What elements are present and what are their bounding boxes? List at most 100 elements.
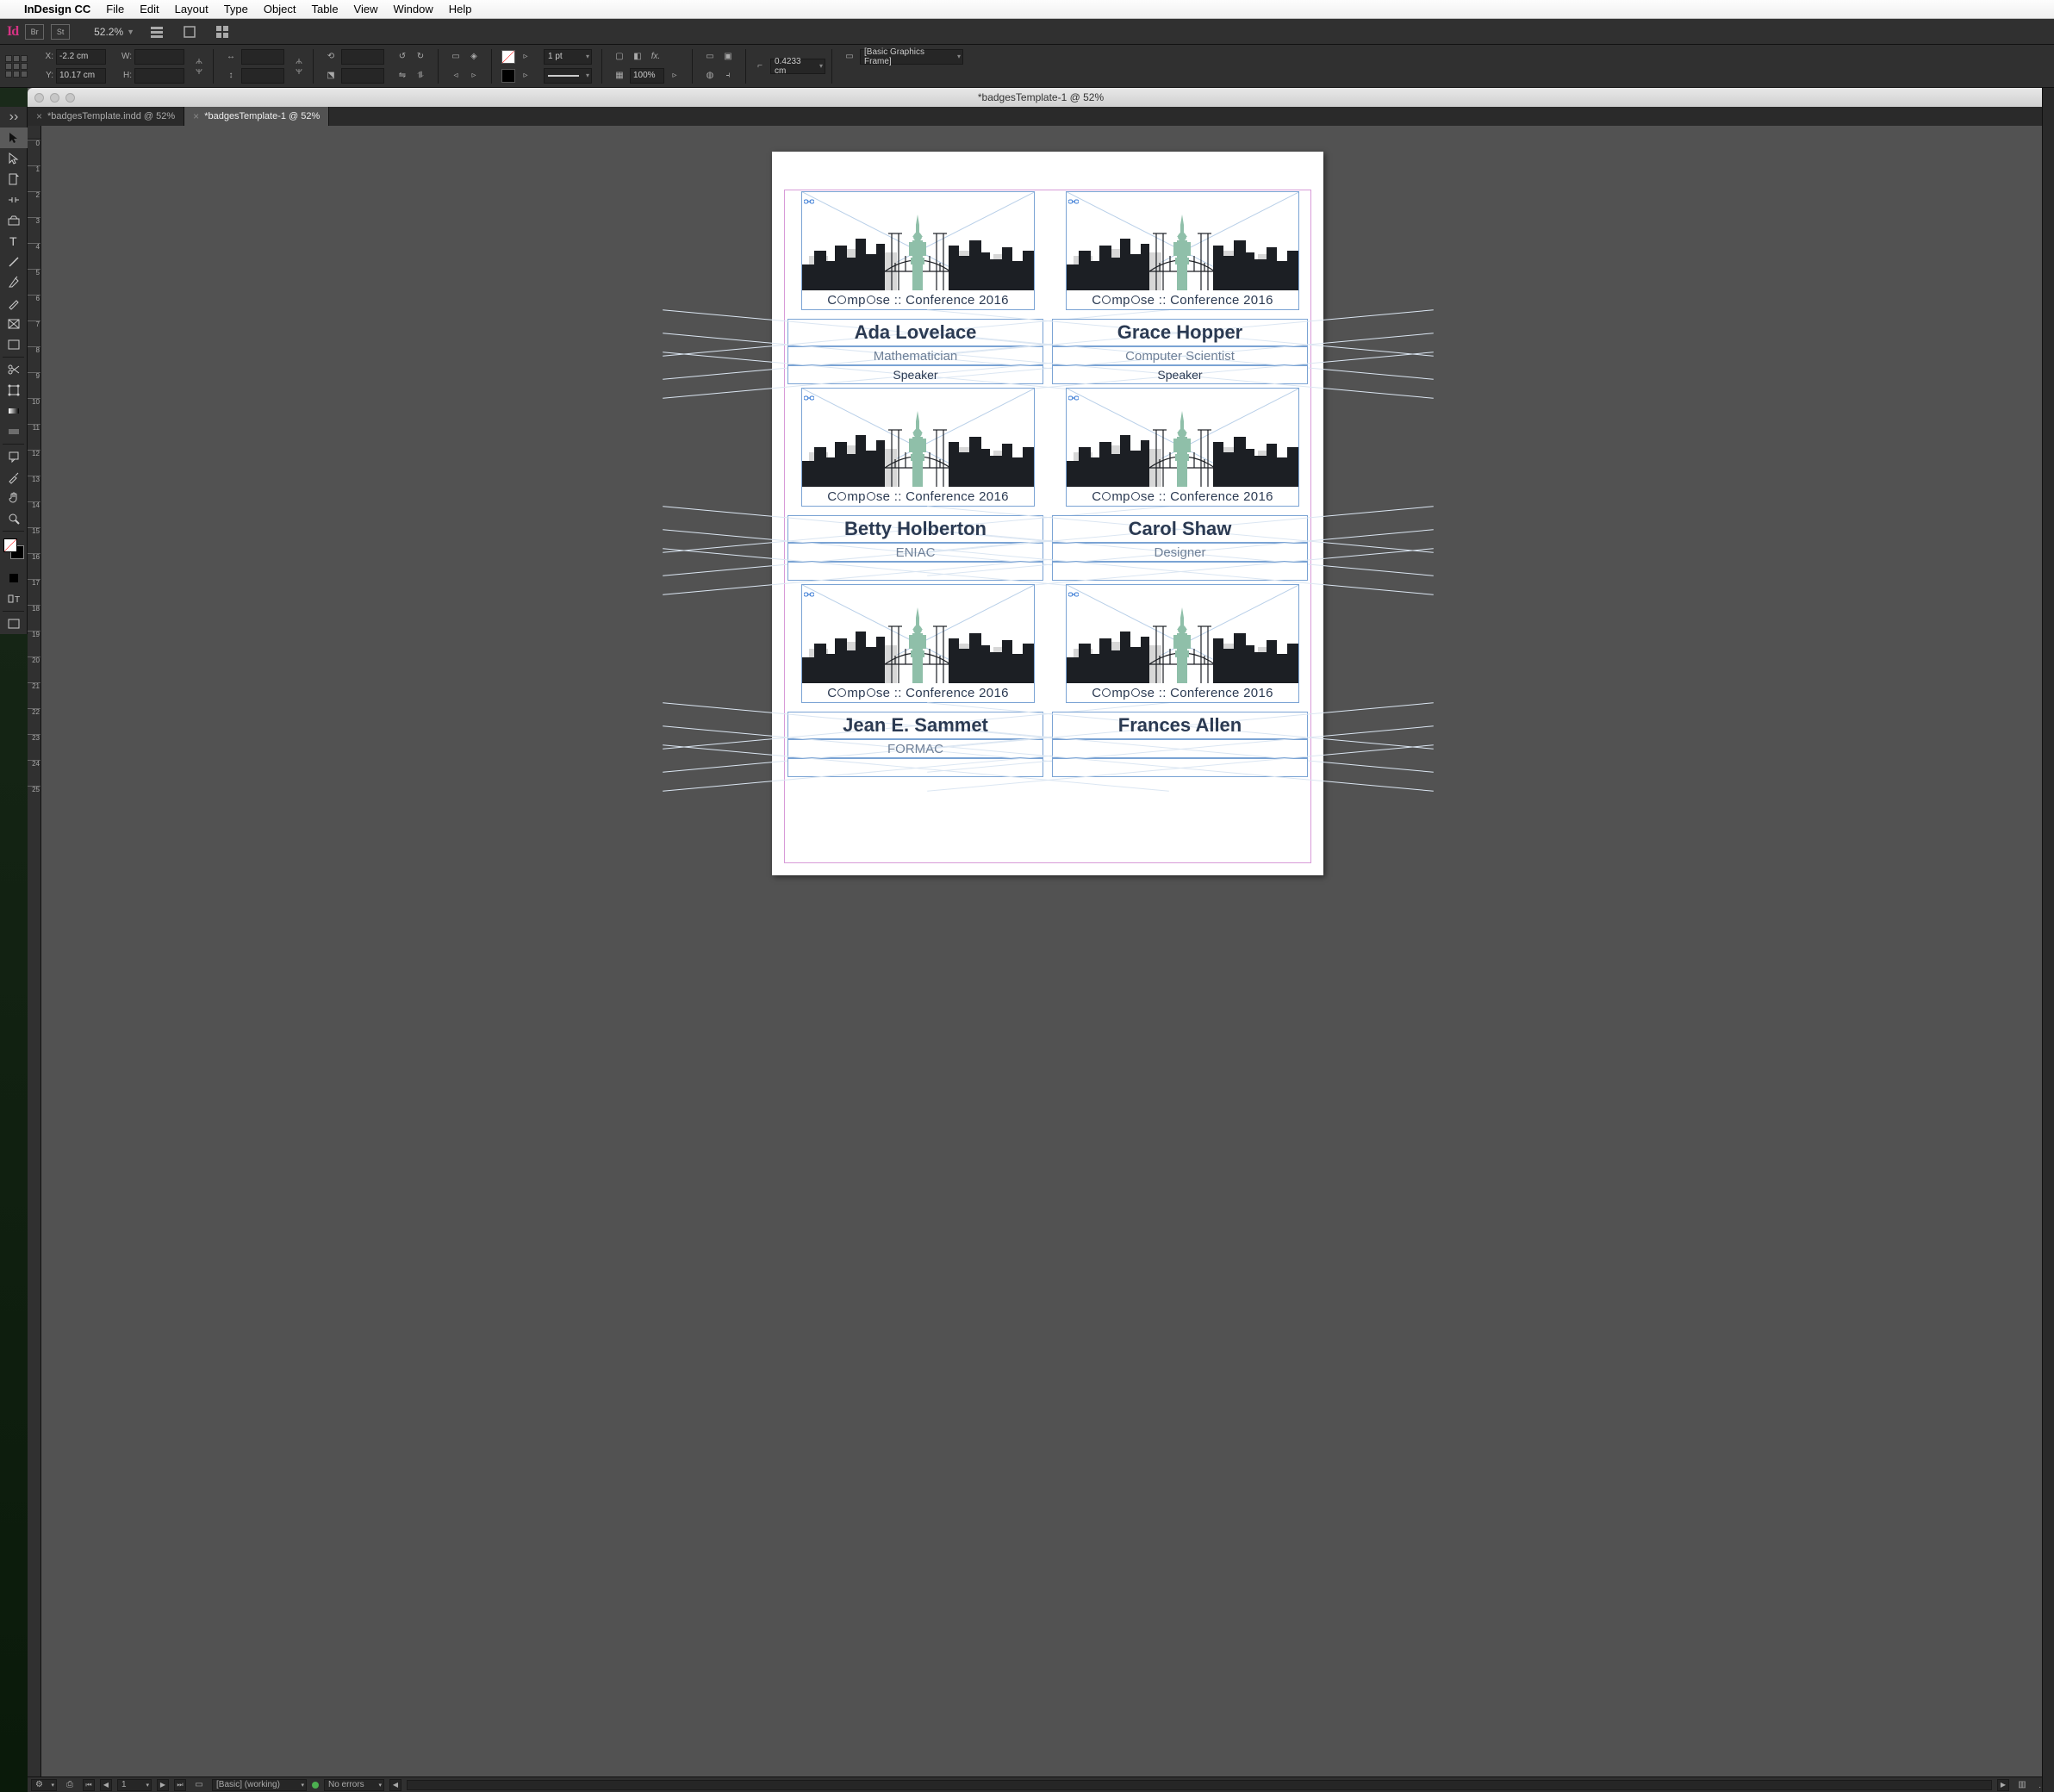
menu-layout[interactable]: Layout (175, 3, 209, 16)
name-frame[interactable]: Ada Lovelace (787, 319, 1043, 346)
link-indicator-icon[interactable] (1068, 587, 1079, 594)
next-object-icon[interactable]: ▹ (466, 68, 482, 84)
opacity-arrow-icon[interactable]: ▹ (667, 68, 682, 84)
eyedropper-tool[interactable] (0, 467, 28, 488)
constrain-scale-icon[interactable] (291, 59, 307, 74)
zoom-status-select[interactable]: ⚙ (31, 1779, 57, 1791)
image-frame[interactable]: Cmpse :: Conference 2016 (1066, 191, 1299, 310)
height-input[interactable] (134, 68, 184, 84)
errors-status-select[interactable]: No errors (324, 1779, 384, 1791)
zoom-tool[interactable] (0, 508, 28, 529)
page[interactable]: Cmpse :: Conference 2016 Ada Lovelace Ma… (772, 152, 1323, 875)
master-status-select[interactable]: [Basic] (working) (212, 1779, 307, 1791)
menu-table[interactable]: Table (311, 3, 338, 16)
gradient-feather-tool[interactable] (0, 421, 28, 442)
fx-icon[interactable]: fx. (648, 49, 663, 65)
text-wrap-shape-icon[interactable]: ◍ (702, 68, 718, 84)
fill-stroke-swatches[interactable] (0, 537, 28, 564)
name-frame[interactable]: Carol Shaw (1052, 515, 1308, 543)
open-master-icon[interactable]: ▭ (191, 1777, 207, 1792)
image-frame[interactable]: Cmpse :: Conference 2016 (801, 584, 1035, 703)
image-frame[interactable]: Cmpse :: Conference 2016 (801, 388, 1035, 507)
badge[interactable]: Cmpse :: Conference 2016 Frances Allen (1050, 584, 1310, 781)
link-indicator-icon[interactable] (1068, 390, 1079, 397)
rotate-ccw-icon[interactable]: ↺ (395, 49, 410, 65)
prev-object-icon[interactable]: ◃ (448, 68, 464, 84)
menu-file[interactable]: File (106, 3, 124, 16)
name-frame[interactable]: Jean E. Sammet (787, 712, 1043, 739)
badge[interactable]: Cmpse :: Conference 2016 Carol Shaw Desi… (1050, 388, 1310, 584)
note-tool[interactable] (0, 446, 28, 467)
close-tab-icon[interactable]: × (36, 110, 42, 122)
pen-tool[interactable] (0, 272, 28, 293)
menu-help[interactable]: Help (449, 3, 472, 16)
menu-edit[interactable]: Edit (140, 3, 159, 16)
menu-view[interactable]: View (354, 3, 378, 16)
y-position-input[interactable] (56, 68, 106, 84)
stock-button[interactable]: St (51, 24, 70, 40)
content-collector-tool[interactable] (0, 210, 28, 231)
screen-mode-tool[interactable] (0, 613, 28, 634)
free-transform-tool[interactable] (0, 380, 28, 401)
menu-window[interactable]: Window (394, 3, 433, 16)
name-frame[interactable]: Frances Allen (1052, 712, 1308, 739)
window-titlebar[interactable]: *badgesTemplate-1 @ 52% (28, 88, 2054, 107)
shear-input[interactable] (341, 68, 384, 84)
blend-icon[interactable]: ▦ (612, 68, 627, 84)
fill-dropdown-icon[interactable]: ▹ (518, 49, 533, 65)
direct-selection-tool[interactable] (0, 148, 28, 169)
rectangle-tool[interactable] (0, 334, 28, 355)
page-number-select[interactable]: 1 (117, 1779, 152, 1791)
text-wrap-none-icon[interactable]: ▭ (702, 49, 718, 65)
bridge-button[interactable]: Br (25, 24, 44, 40)
last-page-button[interactable]: ⏭ (174, 1779, 186, 1791)
object-style-icon[interactable]: ▭ (842, 49, 857, 65)
app-menu[interactable]: InDesign CC (24, 3, 90, 16)
corner-radius-select[interactable]: 0.4233 cm (770, 59, 825, 74)
reference-point-picker[interactable] (5, 55, 28, 78)
subtitle-frame[interactable]: Designer (1052, 543, 1308, 562)
stroke-weight-select[interactable]: 1 pt (544, 49, 592, 65)
scale-y-input[interactable] (241, 68, 284, 84)
menu-type[interactable]: Type (224, 3, 248, 16)
stroke-dropdown-icon[interactable]: ▹ (518, 68, 533, 84)
x-position-input[interactable] (56, 49, 106, 65)
stroke-style-select[interactable] (544, 68, 592, 84)
horizontal-scrollbar[interactable] (407, 1780, 1992, 1790)
select-content-icon[interactable]: ◈ (466, 49, 482, 65)
name-frame[interactable]: Betty Holberton (787, 515, 1043, 543)
pencil-tool[interactable] (0, 293, 28, 314)
corner-icon[interactable]: ⌐ (752, 59, 768, 74)
apply-color-button[interactable] (0, 568, 28, 588)
rotate-cw-icon[interactable]: ↻ (413, 49, 428, 65)
opacity-icon[interactable]: ◧ (630, 49, 645, 65)
text-wrap-around-icon[interactable]: ▣ (720, 49, 736, 65)
canvas[interactable]: Cmpse :: Conference 2016 Ada Lovelace Ma… (41, 140, 2054, 1776)
image-frame[interactable]: Cmpse :: Conference 2016 (1066, 584, 1299, 703)
screen-mode-button[interactable] (179, 22, 200, 41)
selection-tool[interactable] (0, 128, 28, 148)
menu-object[interactable]: Object (264, 3, 296, 16)
rectangle-frame-tool[interactable] (0, 314, 28, 334)
badge[interactable]: Cmpse :: Conference 2016 Grace Hopper Co… (1050, 191, 1310, 388)
close-tab-icon[interactable]: × (193, 110, 199, 122)
link-indicator-icon[interactable] (804, 587, 814, 594)
document-tab[interactable]: ×*badgesTemplate-1 @ 52% (184, 107, 329, 126)
link-indicator-icon[interactable] (804, 194, 814, 201)
page-tool[interactable] (0, 169, 28, 190)
fill-swatch[interactable] (501, 50, 515, 64)
formatting-affects-button[interactable]: T (0, 588, 28, 609)
width-input[interactable] (134, 49, 184, 65)
zoom-level-select[interactable]: 52.2% ▼ (94, 26, 134, 38)
role-frame[interactable]: Speaker (787, 365, 1043, 384)
split-view-icon[interactable]: ▥ (2014, 1777, 2030, 1792)
dock-expand-icon[interactable] (2043, 90, 2054, 102)
prev-page-button[interactable]: ◀ (100, 1779, 112, 1791)
scale-x-input[interactable] (241, 49, 284, 65)
preflight-menu-icon[interactable]: ⎙ (62, 1777, 78, 1792)
name-frame[interactable]: Grace Hopper (1052, 319, 1308, 346)
role-frame[interactable] (1052, 562, 1308, 581)
select-container-icon[interactable]: ▭ (448, 49, 464, 65)
next-page-button[interactable]: ▶ (157, 1779, 169, 1791)
ruler-origin[interactable] (28, 126, 41, 140)
